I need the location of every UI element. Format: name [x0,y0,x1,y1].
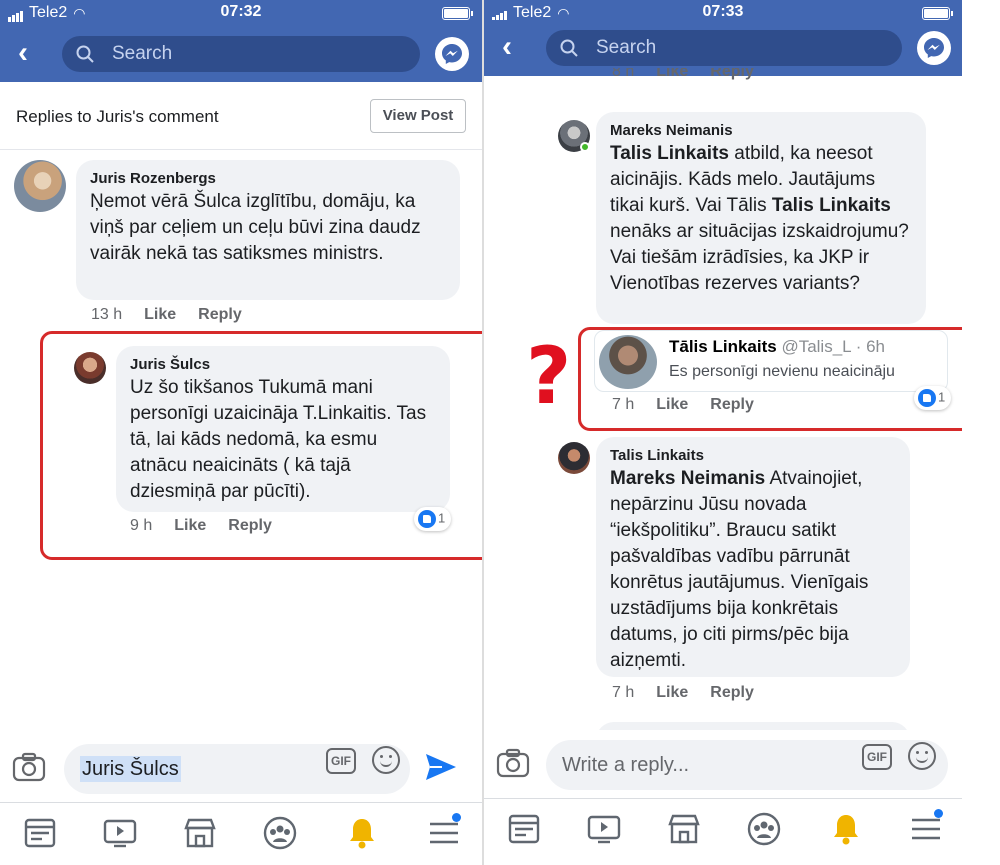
comment-bubble: Talis Linkaits Mareks Neimanis Atvainoji… [596,437,910,677]
view-post-button[interactable]: View Post [370,99,466,133]
news-feed-icon[interactable] [506,811,542,847]
menu-badge [934,809,943,818]
tab-bar [0,802,482,865]
search-placeholder: Search [112,43,173,64]
gif-icon[interactable]: GIF [326,748,356,774]
avatar[interactable] [14,160,66,212]
like-button[interactable]: Like [656,396,688,413]
tab-bar [484,798,962,861]
tweet-card[interactable]: Tālis Linkaits @Talis_L · 6h Es personīg… [594,330,948,392]
comment-time: 7 h [612,684,635,701]
comment-actions: 9 h Like Reply [130,517,294,535]
comment-bubble: Juris Rozenbergs Ņemot vērā Šulca izglīt… [76,160,460,300]
emoji-icon[interactable] [908,742,936,770]
marketplace-icon[interactable] [182,815,218,851]
comment-actions: 8 h Like Reply [612,68,754,80]
right-screenshot: Tele2 ◠ 07:33 ‹ Search 8 h Like Reply Marek… [484,0,962,865]
comment-bubble: Mareks Neimanis Talis Linkaits atbild, k… [596,112,926,324]
groups-icon[interactable] [746,811,782,847]
marketplace-icon[interactable] [666,811,702,847]
replies-header: Replies to Juris's comment View Post [0,82,482,150]
like-reaction-icon [418,510,436,528]
battery-icon [922,7,953,20]
like-button[interactable]: Like [144,306,176,323]
avatar [599,335,657,389]
mention-link[interactable]: Mareks Neimanis [610,468,765,489]
tweet-text: Es personīgi nevienu neaicināju [669,363,895,380]
comment-text: Talis Linkaits atbild, ka neesot aicināj… [610,143,909,294]
emoji-icon[interactable] [372,746,400,774]
avatar[interactable] [558,442,590,474]
camera-icon[interactable] [12,752,46,782]
like-button[interactable]: Like [174,517,206,534]
comment-time: 13 h [91,306,123,323]
watch-icon[interactable] [586,811,622,847]
like-reaction-icon [918,389,936,407]
clock: 07:32 [220,3,262,20]
notifications-bell-icon[interactable] [828,811,864,847]
reply-button[interactable]: Reply [710,396,754,413]
gif-icon[interactable]: GIF [862,744,892,770]
search-icon [560,39,578,57]
comment-author[interactable]: Mareks Neimanis [610,122,912,139]
status-bar: Tele2 ◠ 07:32 [0,0,482,26]
watch-icon[interactable] [102,815,138,851]
mention-link[interactable]: Talis Linkaits [610,143,729,164]
clock: 07:33 [702,3,744,20]
search-icon [76,45,94,63]
search-placeholder: Search [596,37,657,58]
comment-text: Ņemot vērā Šulca izglītību, domāju, ka v… [90,191,421,264]
comment-time: 7 h [612,396,635,413]
reaction-count[interactable]: 1 [414,507,452,531]
back-icon[interactable]: ‹ [18,38,44,68]
back-icon[interactable]: ‹ [502,32,528,62]
camera-icon[interactable] [496,748,530,778]
comment-time: 9 h [130,517,153,534]
reply-bubble: Juris Šulcs Uz šo tikšanos Tukumā mani p… [116,346,450,512]
reply-composer: Write a reply... GIF [484,730,962,800]
page-title: Replies to Juris's comment [16,107,219,126]
tweet-author: Tālis Linkaits [669,337,777,356]
search-input[interactable]: Search [546,30,902,66]
like-button[interactable]: Like [656,684,688,701]
nav-bar: ‹ Search [0,26,482,82]
page-margin [962,0,1000,865]
mention-tag[interactable]: Juris Šulcs [80,756,181,782]
menu-badge [452,813,461,822]
mention-link[interactable]: Talis Linkaits [772,195,891,216]
messenger-icon[interactable] [917,31,951,65]
battery-icon [442,7,473,20]
comment-actions: 13 h Like Reply [91,306,264,324]
comment-actions: 7 h Like Reply [612,684,776,702]
comment-actions: 7 h Like Reply [612,396,776,414]
left-screenshot: Tele2 ◠ 07:32 ‹ Search Replies to Juris's… [0,0,482,865]
news-feed-icon[interactable] [22,815,58,851]
online-indicator [580,142,590,152]
messenger-icon[interactable] [435,37,469,71]
reply-input[interactable]: Juris Šulcs [64,744,410,794]
reply-button[interactable]: Reply [710,684,754,701]
search-input[interactable]: Search [62,36,420,72]
groups-icon[interactable] [262,815,298,851]
comment-author[interactable]: Talis Linkaits [610,447,896,464]
send-icon[interactable] [424,752,458,782]
reply-button[interactable]: Reply [228,517,272,534]
comment-author[interactable]: Juris Šulcs [130,356,436,373]
avatar[interactable] [74,352,106,384]
reply-button[interactable]: Reply [198,306,242,323]
notifications-bell-icon[interactable] [344,815,380,851]
question-mark-annotation: ? [526,332,572,422]
comment-author[interactable]: Juris Rozenbergs [90,170,446,187]
tweet-handle: @Talis_L · 6h [781,337,885,356]
reply-composer: Juris Šulcs GIF [0,734,482,804]
reaction-count[interactable]: 1 [914,386,952,410]
comment-text: Uz šo tikšanos Tukumā mani personīgi uza… [130,377,427,502]
comment-text: Mareks Neimanis Atvainojiet, nepārzinu J… [610,468,869,671]
